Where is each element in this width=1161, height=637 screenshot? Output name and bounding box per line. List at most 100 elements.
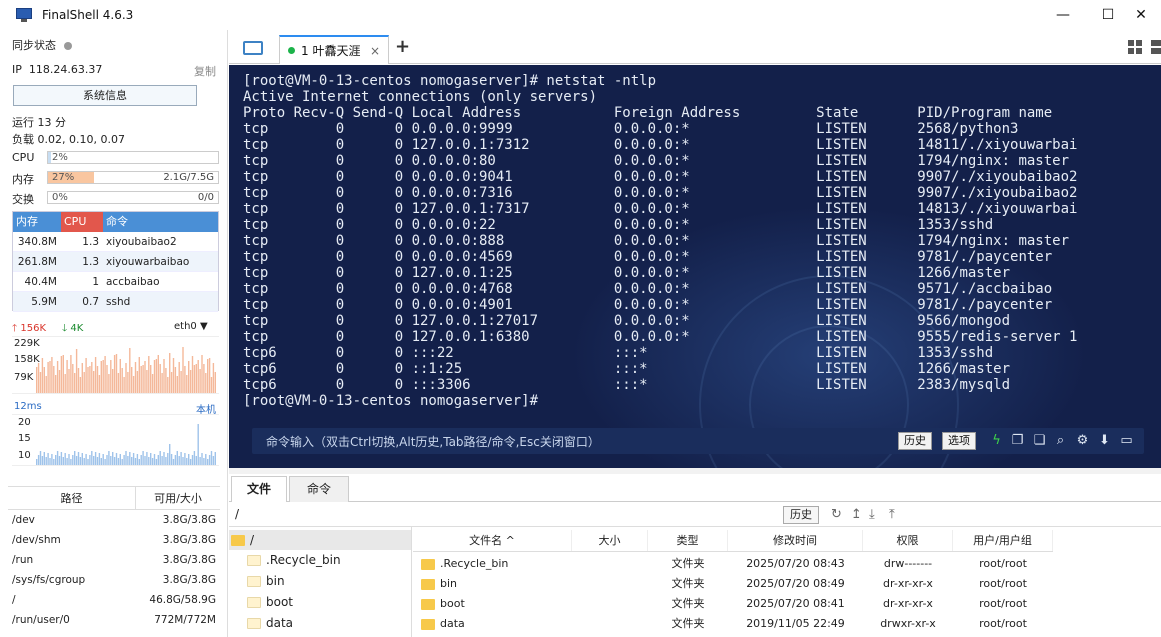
download-icon[interactable]: ⬇: [1097, 433, 1112, 448]
activity-bar: [148, 457, 150, 465]
col-perm[interactable]: 权限: [863, 530, 953, 551]
download-value: 4K: [70, 323, 84, 334]
iface-value: eth0: [174, 321, 197, 332]
tree-item[interactable]: .Recycle_bin: [247, 550, 341, 570]
disk-size: 3.8G/3.8G: [162, 514, 216, 526]
process-row[interactable]: 340.8M 1.3 xiyoubaibao2: [13, 232, 218, 252]
download-file-icon[interactable]: ⤓: [869, 507, 875, 522]
activity-bar: [155, 359, 158, 393]
activity-bar: [167, 453, 169, 465]
activity-bar: [142, 451, 144, 465]
process-row[interactable]: 261.8M 1.3 xiyouwarbaibao: [13, 252, 218, 272]
cmd-options-button[interactable]: 选项: [942, 432, 976, 450]
activity-bar: [93, 456, 95, 465]
grid-layout-icon[interactable]: [1128, 40, 1142, 54]
activity-bar: [151, 458, 154, 465]
col-type[interactable]: 类型: [648, 530, 728, 551]
disk-row: /run 3.8G/3.8G: [8, 550, 220, 570]
add-tab-button[interactable]: +: [395, 36, 410, 57]
upload-file-icon[interactable]: ⤒: [889, 507, 895, 522]
gear-icon[interactable]: ⚙: [1075, 433, 1090, 448]
activity-bar: [193, 365, 196, 393]
process-row[interactable]: 40.4M 1 accbaibao: [13, 272, 218, 292]
activity-bar: [60, 452, 63, 465]
activity-bar: [136, 454, 139, 465]
process-row[interactable]: 5.9M 0.7 sshd: [13, 292, 218, 312]
activity-bar: [45, 457, 47, 465]
activity-bar: [167, 377, 169, 393]
paste-icon[interactable]: ❏: [1032, 433, 1047, 448]
folder-link-icon: [247, 575, 261, 587]
tree-item[interactable]: data: [247, 613, 293, 633]
close-tab-icon[interactable]: ×: [370, 44, 380, 58]
file-row[interactable]: data 文件夹 2019/11/05 22:49 drwxr-xr-x root/ro…: [413, 614, 1053, 634]
col-name[interactable]: 文件名 ^: [413, 530, 572, 551]
activity-bar: [176, 376, 178, 393]
refresh-icon[interactable]: ↻: [831, 507, 842, 522]
lightning-icon[interactable]: ϟ: [989, 433, 1004, 448]
sort-asc-icon: ^: [505, 534, 515, 547]
activity-bar: [163, 452, 165, 465]
activity-bar: [144, 361, 146, 393]
file-mtime: 2019/11/05 22:49: [746, 617, 845, 630]
activity-bar: [134, 362, 137, 393]
proc-header-cmd[interactable]: 命令: [103, 212, 218, 232]
tree-root[interactable]: /: [229, 530, 411, 550]
cmd-history-button[interactable]: 历史: [898, 432, 932, 450]
copy-icon[interactable]: ❐: [1010, 433, 1025, 448]
file-name-label: boot: [440, 597, 465, 610]
command-input-placeholder[interactable]: 命令输入（双击Ctrl切换,Alt历史,Tab路径/命令,Esc关闭窗口）: [266, 433, 600, 450]
iface-select[interactable]: eth0 ▼: [174, 321, 208, 332]
activity-bar: [119, 454, 121, 465]
activity-bar: [91, 451, 93, 465]
activity-bar: [212, 456, 215, 465]
copy-ip-link[interactable]: 复制: [194, 63, 216, 79]
file-type: 文件夹: [671, 557, 705, 570]
window-icon[interactable]: ▭: [1119, 433, 1134, 448]
session-tab[interactable]: 1 叶馫天涯 ×: [279, 35, 389, 64]
file-row[interactable]: .Recycle_bin 文件夹 2025/07/20 08:43 drw------…: [413, 554, 1053, 574]
activity-bar: [36, 367, 38, 393]
proc-mem: 40.4M: [24, 276, 57, 288]
disk-size: 772M/772M: [154, 614, 216, 626]
sysinfo-button[interactable]: 系统信息: [13, 85, 197, 106]
proc-header-cpu[interactable]: CPU: [61, 212, 103, 232]
col-mtime[interactable]: 修改时间: [728, 530, 863, 551]
activity-bar: [89, 366, 91, 393]
file-row[interactable]: boot 文件夹 2025/07/20 08:41 dr-xr-xr-x root/ro…: [413, 594, 1053, 614]
tree-item[interactable]: boot: [247, 592, 293, 612]
col-owner[interactable]: 用户/用户组: [953, 530, 1053, 551]
tree-item[interactable]: bin: [247, 571, 285, 591]
activity-bar: [208, 358, 211, 393]
activity-bar: [96, 366, 99, 393]
close-button[interactable]: ✕: [1118, 0, 1161, 30]
file-row[interactable]: bin 文件夹 2025/07/20 08:49 dr-xr-xr-x root/roo…: [413, 574, 1053, 594]
path-input[interactable]: /: [235, 507, 239, 521]
session-tab-bar: 1 叶馫天涯 × +: [229, 30, 1161, 64]
col-name-label: 文件名: [469, 534, 503, 547]
activity-bar: [117, 458, 120, 465]
tab-files[interactable]: 文件: [231, 476, 287, 502]
up-dir-icon[interactable]: ↥: [851, 507, 862, 522]
tree-item-label: .Recycle_bin: [266, 553, 341, 567]
tab-commands[interactable]: 命令: [289, 476, 349, 502]
activity-bar: [142, 365, 144, 393]
open-folder-icon[interactable]: [243, 41, 263, 55]
split-layout-icon[interactable]: [1151, 40, 1161, 54]
minimize-button[interactable]: —: [1040, 0, 1086, 30]
activity-bar: [85, 454, 87, 465]
search-icon[interactable]: ⌕: [1053, 433, 1068, 448]
col-size[interactable]: 大小: [572, 530, 648, 551]
activity-bar: [178, 362, 180, 393]
file-owner: root/root: [979, 557, 1027, 570]
proc-header-mem[interactable]: 内存: [13, 212, 61, 232]
disk-row: /run/user/0 772M/772M: [8, 610, 220, 630]
path-history-button[interactable]: 历史: [783, 506, 819, 524]
activity-bar: [129, 348, 131, 393]
activity-bar: [161, 456, 163, 465]
disk-size: 3.8G/3.8G: [162, 574, 216, 586]
command-input-bar[interactable]: 命令输入（双击Ctrl切换,Alt历史,Tab路径/命令,Esc关闭窗口） 历史…: [252, 428, 1144, 454]
disk-header-size[interactable]: 可用/大小: [136, 487, 220, 509]
disk-header-path[interactable]: 路径: [8, 487, 136, 509]
terminal[interactable]: [root@VM-0-13-centos nomogaserver]# nets…: [229, 65, 1161, 468]
